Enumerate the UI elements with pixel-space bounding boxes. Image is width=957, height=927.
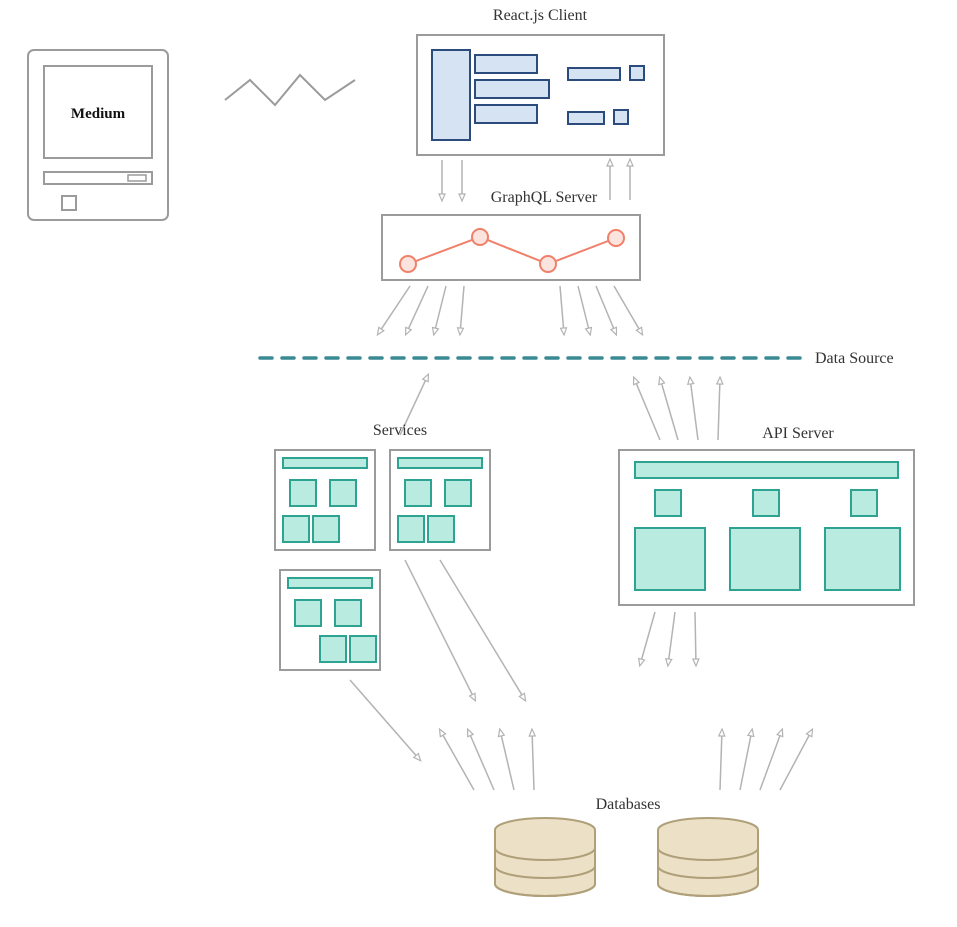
computer-terminal-icon: Medium — [28, 50, 168, 220]
service-card — [275, 450, 375, 550]
graphql-server-label: GraphQL Server — [491, 189, 598, 206]
architecture-diagram: Medium React.js Client GraphQL Server — [0, 0, 957, 927]
zigzag-connector-icon — [225, 75, 355, 105]
database-cylinder-icon — [495, 818, 595, 896]
arrows-api-up — [634, 378, 720, 440]
graphql-server-box — [382, 215, 640, 280]
data-source-label: Data Source — [815, 350, 894, 367]
react-client-box — [417, 35, 664, 155]
services-group — [275, 450, 490, 670]
arrows-api-db — [640, 612, 696, 665]
arrows-graphql-fanout — [378, 286, 642, 334]
api-server-box — [619, 450, 914, 605]
api-server-label: API Server — [762, 425, 834, 442]
arrows-db-up-left — [440, 730, 534, 790]
service-card — [280, 570, 380, 670]
databases-label: Databases — [596, 796, 661, 813]
computer-screen-label: Medium — [71, 106, 126, 122]
services-label: Services — [373, 422, 427, 439]
service-card — [390, 450, 490, 550]
database-cylinder-icon — [658, 818, 758, 896]
react-client-label: React.js Client — [493, 7, 588, 24]
arrows-db-up-right — [720, 730, 812, 790]
